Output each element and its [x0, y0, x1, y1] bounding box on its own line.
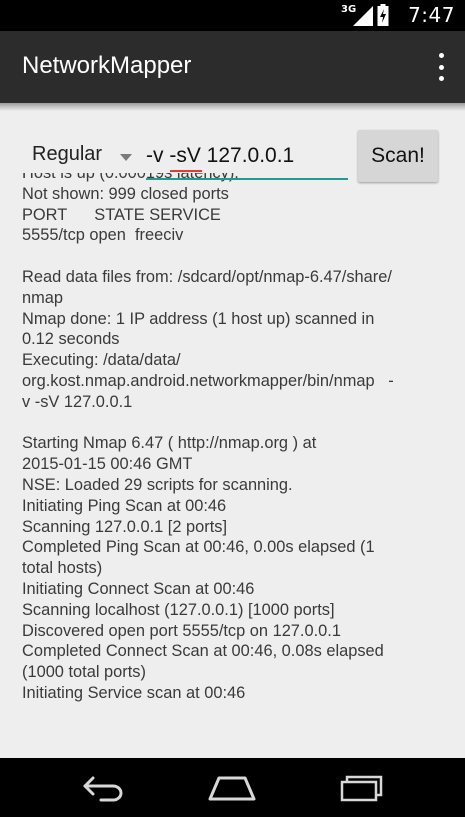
output-line: Completed Connect Scan at 00:46, 0.08s e… — [22, 642, 384, 661]
home-icon — [208, 776, 256, 801]
output-line: PORT STATE SERVICE — [22, 205, 221, 224]
output-line: Initiating Ping Scan at 00:46 — [22, 496, 227, 515]
app-title: NetworkMapper — [22, 52, 192, 79]
output-line: org.kost.nmap.android.networkmapper/bin/… — [22, 371, 394, 390]
output-line: Nmap done: 1 IP address (1 host up) scan… — [22, 309, 375, 328]
output-line: NSE: Loaded 29 scripts for scanning. — [22, 475, 293, 494]
scan-button[interactable]: Scan! — [358, 130, 438, 182]
scan-output-text: Host is up (0.00019s latency). Not shown:… — [22, 173, 394, 704]
output-line: Initiating Connect Scan at 00:46 — [22, 579, 255, 598]
status-bar: 3G 7:47 — [0, 0, 465, 31]
back-button[interactable] — [64, 766, 144, 810]
output-line: Discovered open port 5555/tcp on 127.0.0… — [22, 621, 341, 640]
output-line: 2015-01-15 00:46 GMT — [22, 455, 193, 474]
network-type-label: 3G — [341, 4, 357, 15]
output-line: Completed Ping Scan at 00:46, 0.00s elap… — [22, 538, 375, 557]
output-line: total hosts) — [22, 559, 103, 578]
output-line: 5555/tcp open freeciv — [22, 226, 184, 245]
output-line: (1000 total ports) — [22, 663, 146, 682]
recents-icon — [340, 775, 383, 802]
action-bar: NetworkMapper — [0, 31, 465, 103]
output-line: Not shown: 999 closed ports — [22, 184, 229, 203]
output-line: Read data files from: /sdcard/opt/nmap-6… — [22, 267, 392, 286]
output-line: Initiating Service scan at 00:46 — [22, 683, 246, 702]
scan-profile-label: Regular — [32, 143, 103, 165]
scan-output[interactable]: Host is up (0.00019s latency). Not shown:… — [22, 173, 450, 753]
spellcheck-underline — [170, 170, 202, 172]
output-line: nmap — [22, 288, 64, 307]
output-line: v -sV 127.0.0.1 — [22, 392, 133, 411]
scan-profile-spinner[interactable]: Regular — [20, 140, 138, 174]
dropdown-arrow-icon — [120, 154, 132, 161]
main-content: Regular -v -sV 127.0.0.1 Scan! Host is u… — [0, 103, 465, 758]
status-icons: 3G — [341, 4, 389, 26]
output-line: Scanning 127.0.0.1 [2 ports] — [22, 517, 228, 536]
clock: 7:47 — [408, 3, 455, 27]
nmap-args-input[interactable] — [146, 140, 348, 180]
output-line: Starting Nmap 6.47 ( http://nmap.org ) a… — [22, 434, 317, 453]
action-bar-shadow — [0, 103, 465, 111]
navigation-bar — [0, 758, 465, 817]
recents-button[interactable] — [322, 766, 402, 810]
back-icon — [83, 776, 123, 802]
more-vert-icon[interactable] — [435, 53, 447, 81]
battery-icon — [377, 4, 389, 26]
output-line: Executing: /data/data/ — [22, 351, 181, 370]
home-button[interactable] — [192, 766, 272, 810]
output-line: Scanning localhost (127.0.0.1) [1000 por… — [22, 600, 335, 619]
output-line: 0.12 seconds — [22, 330, 120, 349]
